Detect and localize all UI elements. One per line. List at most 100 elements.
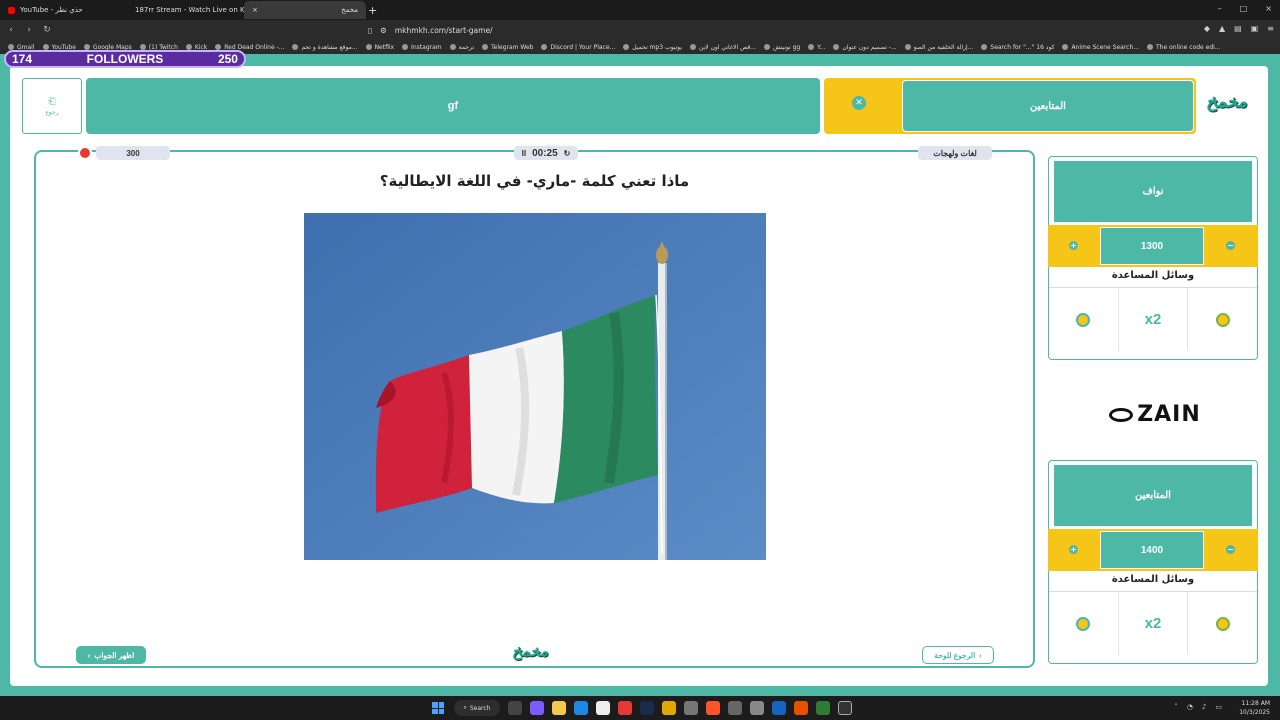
bookmark-item[interactable]: Instagram: [402, 44, 442, 51]
wallet-icon[interactable]: ▣: [1251, 24, 1259, 33]
chrome-icon[interactable]: [618, 701, 632, 715]
bookmark-item[interactable]: تحميل mp3 يوتيوب: [623, 44, 682, 51]
question-text: ماذا تعني كلمة -ماري- في اللغة الايطالية…: [379, 172, 690, 190]
network-icon[interactable]: ◔: [1187, 703, 1193, 711]
call-friend-button[interactable]: [1049, 592, 1119, 655]
minimize-button[interactable]: –: [1218, 4, 1222, 13]
close-window-button[interactable]: ×: [1265, 4, 1272, 13]
pause-icon[interactable]: II: [522, 149, 526, 158]
bookmark-label: تونيتش gg: [772, 43, 801, 51]
obs-icon[interactable]: [838, 701, 852, 715]
double-points-button[interactable]: x2: [1119, 288, 1189, 351]
bookmark-favicon-icon: [292, 44, 299, 50]
next-team-box: المتابعين: [902, 80, 1194, 132]
bookmark-item[interactable]: Telegram Web: [482, 44, 533, 51]
bookmark-favicon-icon: [833, 44, 840, 50]
task-view-icon[interactable]: [508, 701, 522, 715]
bookmark-favicon-icon: [365, 44, 372, 50]
report-flag-icon[interactable]: [78, 146, 92, 160]
forward-arrow-icon[interactable]: ›: [22, 25, 36, 35]
youtube-icon: [8, 6, 15, 14]
double-points-button[interactable]: x2: [1119, 592, 1189, 655]
taskbar-clock[interactable]: 11:28 AM 10/3/2025: [1239, 699, 1270, 717]
bookmark-item[interactable]: Y...: [808, 44, 825, 51]
zain-swirl-icon: [1109, 407, 1134, 422]
extra-time-button[interactable]: [1188, 592, 1257, 655]
team-2-score-row: + 1400 −: [1048, 529, 1258, 571]
team-1-help-tools: x2: [1049, 287, 1257, 351]
browser-toolbar: ‹ › ↻ ▯ ⚙ mkhmkh.com/start-game/ ◆ ▲ ▤ ▣…: [0, 20, 1280, 40]
edge-icon[interactable]: [574, 701, 588, 715]
battery-icon[interactable]: ▭: [1215, 703, 1222, 711]
store-icon[interactable]: [596, 701, 610, 715]
taskbar-search[interactable]: ⌕ Search: [454, 700, 500, 716]
back-to-board-button[interactable]: الرجوع للوحة ‹: [922, 646, 994, 664]
extra-time-icon: [1215, 312, 1230, 327]
bookmark-icon[interactable]: ▯: [368, 26, 372, 35]
file-explorer-icon[interactable]: [552, 701, 566, 715]
steam-icon[interactable]: [772, 701, 786, 715]
extension-icon[interactable]: ◆: [1204, 24, 1210, 33]
maximize-button[interactable]: □: [1240, 4, 1248, 13]
bookmark-label: موقع مشاهدة و تحم...: [301, 43, 358, 51]
followers-overlay: 174 FOLLOWERS 250: [4, 50, 246, 68]
team-card-2: المتابعين + 1400 − وسائل المساعدة x2: [1048, 460, 1258, 664]
tab-close-icon[interactable]: ×: [252, 6, 258, 14]
sidebar-icon[interactable]: ▤: [1234, 24, 1242, 33]
chevron-up-icon[interactable]: ˄: [1174, 703, 1178, 711]
bookmark-item[interactable]: إزالة الخلفية من الصو...: [904, 44, 973, 51]
exit-icon: ⎗: [48, 96, 56, 107]
tab-youtube[interactable]: YouTube - حذي نظر: [0, 1, 122, 19]
tab-kick[interactable]: 187rr Stream - Watch Live on Kick: [122, 1, 244, 19]
tab-mkhmkh[interactable]: × مخمخ: [244, 1, 366, 19]
copilot-icon[interactable]: [530, 701, 544, 715]
app-icon[interactable]: [794, 701, 808, 715]
bookmark-favicon-icon: [623, 44, 630, 50]
brave-icon[interactable]: [706, 701, 720, 715]
extra-time-button[interactable]: [1188, 288, 1257, 351]
bookmark-item[interactable]: قص الاغاني اون لاين...: [689, 44, 756, 51]
team-1-plus-button[interactable]: +: [1069, 241, 1078, 250]
app-icon[interactable]: [750, 701, 764, 715]
tab-title: 187rr Stream - Watch Live on Kick: [135, 6, 244, 14]
team-2-minus-button[interactable]: −: [1226, 545, 1235, 554]
shields-icon[interactable]: ▲: [1219, 24, 1225, 33]
reset-timer-icon[interactable]: ↻: [564, 149, 571, 158]
address-bar[interactable]: ▯ ⚙ mkhmkh.com/start-game/: [368, 23, 908, 37]
app-icon[interactable]: [816, 701, 830, 715]
windows-start-icon[interactable]: [432, 702, 444, 714]
bookmark-item[interactable]: تونيتش gg: [763, 43, 801, 51]
footer-logo: مخمخ: [512, 642, 549, 660]
team-2-plus-button[interactable]: +: [1069, 545, 1078, 554]
bookmark-item[interactable]: Anime Scene Search...: [1062, 44, 1139, 51]
menu-icon[interactable]: ≡: [1267, 24, 1274, 33]
tab-title: مخمخ: [341, 6, 358, 14]
bookmark-label: Telegram Web: [491, 43, 534, 51]
clock-time: 11:28 AM: [1241, 700, 1270, 707]
exit-button[interactable]: ⎗ رجوع: [22, 78, 82, 134]
app-icon[interactable]: [662, 701, 676, 715]
toolbar-actions: ◆ ▲ ▤ ▣ ≡: [1204, 24, 1274, 33]
site-logo[interactable]: مخمخ: [1206, 92, 1247, 112]
bookmark-item[interactable]: ترجمة: [449, 44, 474, 51]
team-1-minus-button[interactable]: −: [1226, 241, 1235, 250]
bookmark-item[interactable]: تصميم دون عنوان -...: [833, 44, 897, 51]
reload-icon[interactable]: ↻: [40, 25, 54, 35]
turn-indicator-icon: ✕: [852, 96, 866, 110]
show-answer-button[interactable]: ‹ اظهر الجواب: [76, 646, 146, 664]
site-info-icon[interactable]: ⚙: [380, 26, 387, 35]
app-icon[interactable]: [684, 701, 698, 715]
call-friend-button[interactable]: [1049, 288, 1119, 351]
bookmark-item[interactable]: Discord | Your Place...: [541, 44, 615, 51]
bookmark-item[interactable]: موقع مشاهدة و تحم...: [292, 43, 358, 51]
steam-icon[interactable]: [640, 701, 654, 715]
team-1-score: 1300: [1100, 227, 1204, 265]
bookmark-item[interactable]: The online code edi...: [1147, 44, 1221, 51]
back-arrow-icon[interactable]: ‹: [4, 25, 18, 35]
volume-icon[interactable]: ♪: [1202, 703, 1206, 711]
show-answer-label: اظهر الجواب: [94, 650, 135, 660]
steelseries-icon[interactable]: [728, 701, 742, 715]
new-tab-button[interactable]: +: [368, 4, 377, 17]
bookmark-item[interactable]: Search for "..." 16 كود: [981, 44, 1054, 51]
bookmark-item[interactable]: Netflix: [365, 44, 394, 51]
